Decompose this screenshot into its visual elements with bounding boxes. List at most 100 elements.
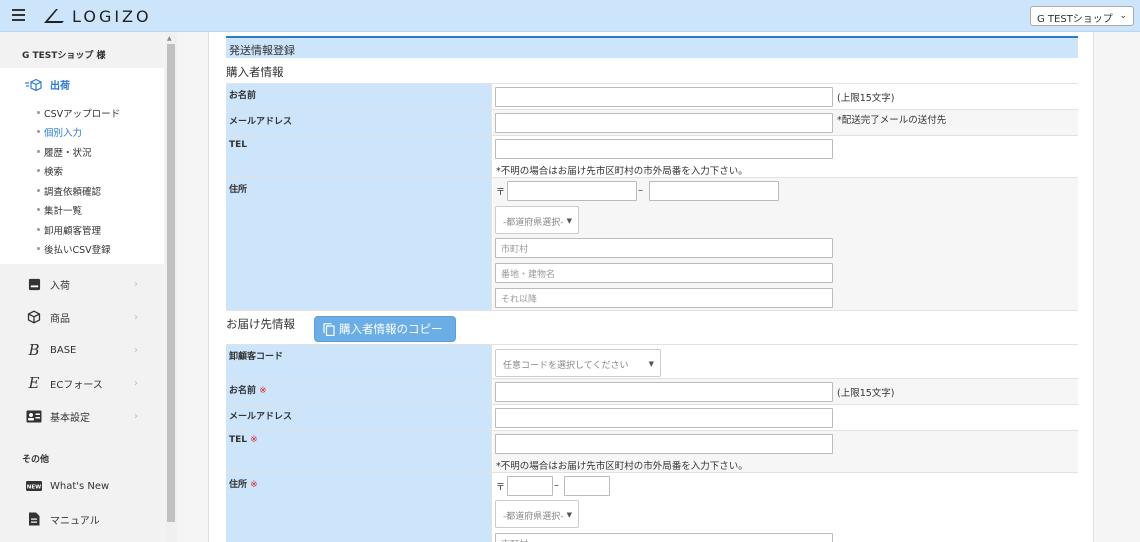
sidebar-scroll-thumb[interactable] [167, 44, 175, 522]
buyer-email-input[interactable] [495, 113, 833, 133]
delivery-name-label-text: お名前 [229, 386, 257, 396]
customer-code-label: 卸顧客コード [226, 345, 492, 378]
sidebar-item-label: BASE [50, 344, 77, 356]
sidebar-item-manual[interactable]: マニュアル [26, 511, 138, 527]
delivery-email-input[interactable] [495, 408, 833, 428]
scroll-up-arrow-icon[interactable]: ▲ [167, 35, 172, 42]
new-badge-icon: NEW [26, 478, 42, 494]
page-title: 発送情報登録 [226, 36, 1078, 58]
buyer-tel-note: *不明の場合はお届け先市区町村の市外局番を入力下さい。 [496, 166, 748, 177]
delivery-tel-label-text: TEL [229, 435, 248, 445]
delivery-customer-code-row: 卸顧客コード 任意コードを選択してください ▼ [226, 344, 1078, 379]
svg-text:NEW: NEW [27, 484, 41, 490]
copy-buyer-info-button[interactable]: 購入者情報のコピー [314, 316, 456, 342]
buyer-tel-input[interactable] [495, 139, 833, 159]
box-icon [26, 309, 42, 325]
delivery-address-row: 住所 ※ 〒 – -都道府県選択- ▼ 市町村 [226, 473, 1078, 542]
caret-down-icon: ▼ [566, 511, 572, 519]
delivery-zip-dash: – [554, 480, 559, 491]
logo[interactable]: LOGIZO [42, 6, 152, 26]
buyer-email-note: *配送完了メールの送付先 [837, 115, 947, 126]
logo-mark-icon [44, 9, 64, 23]
buyer-zip-mark: 〒 [496, 188, 506, 198]
buyer-email-row: メールアドレス *配送完了メールの送付先 [226, 110, 1078, 136]
required-mark: ※ [250, 480, 258, 490]
delivery-name-label: お名前 ※ [226, 379, 492, 404]
sidebar-user-name: G TESTショップ 様 [22, 51, 106, 61]
shop-select[interactable]: G TESTショップ ⌄ [1030, 6, 1134, 26]
sidebar-item-ec-force[interactable]: E ECフォース › [26, 374, 138, 392]
buyer-name-label: お名前 [226, 84, 492, 109]
sidebar-sub-deferred-csv[interactable]: 後払いCSV登録 [37, 242, 111, 256]
delivery-name-row: お名前 ※ (上限15文字) [226, 379, 1078, 405]
buyer-zip-dash: – [638, 185, 643, 196]
delivery-city-input[interactable]: 市町村 [495, 533, 833, 542]
caret-down-icon: ▼ [648, 360, 654, 368]
base-b-icon: B [28, 341, 40, 359]
chevron-right-icon: › [134, 344, 138, 356]
buyer-tel-row: TEL *不明の場合はお届け先市区町村の市外局番を入力下さい。 [226, 136, 1078, 178]
sidebar-sub-summary[interactable]: 集計一覧 [36, 203, 82, 217]
sidebar-sub-csv-upload[interactable]: CSVアップロード [36, 106, 120, 120]
customer-code-select[interactable]: 任意コードを選択してください ▼ [495, 349, 661, 377]
buyer-prefecture-select[interactable]: -都道府県選択- ▼ [495, 206, 579, 234]
delivery-address-label-text: 住所 [229, 480, 248, 490]
buyer-name-row: お名前 (上限15文字) [226, 83, 1078, 110]
delivery-zip-input-2[interactable] [564, 476, 610, 496]
logo-text: LOGIZO [72, 6, 152, 26]
inbox-icon [26, 276, 42, 292]
sidebar-item-receiving[interactable]: 入荷 › [26, 276, 138, 292]
buyer-street-input[interactable]: 番地・建物名 [495, 263, 833, 283]
shipping-box-icon [25, 78, 42, 91]
buyer-name-input[interactable] [495, 87, 833, 107]
delivery-prefecture-select-value: -都道府県選択- [503, 512, 564, 522]
sidebar-item-label: What's New [50, 480, 110, 492]
sidebar-sub-individual-input[interactable]: 個別入力 [36, 125, 82, 139]
sidebar-sub-history[interactable]: 履歴・状況 [37, 145, 92, 159]
sidebar-item-base[interactable]: B BASE › [26, 341, 138, 359]
chevron-right-icon: › [134, 278, 138, 290]
sidebar-shipping-block: 出荷 CSVアップロード 個別入力 履歴・状況 検索 調査依頼確認 集計一覧 卸… [0, 68, 164, 264]
delivery-tel-input[interactable] [495, 434, 833, 454]
sidebar-item-whats-new[interactable]: NEW What's New [26, 478, 138, 494]
top-bar: LOGIZO G TESTショップ ⌄ [0, 0, 1140, 32]
sidebar-sub-wholesale-customers[interactable]: 卸用顧客管理 [36, 223, 101, 237]
buyer-prefecture-select-value: -都道府県選択- [503, 218, 564, 228]
required-mark: ※ [250, 435, 258, 445]
delivery-zip-input-1[interactable] [507, 476, 553, 496]
delivery-zip-mark: 〒 [496, 483, 506, 493]
buyer-zip-input-1[interactable] [507, 181, 637, 201]
sidebar-item-label: マニュアル [50, 515, 100, 527]
buyer-tel-label: TEL [226, 136, 492, 177]
delivery-email-label: メールアドレス [226, 405, 492, 430]
buyer-zip-input-2[interactable] [649, 181, 779, 201]
buyer-section-heading: 購入者情報 [226, 65, 284, 79]
delivery-tel-note: *不明の場合はお届け先市区町村の市外局番を入力下さい。 [496, 461, 748, 472]
sidebar-sub-investigation[interactable]: 調査依頼確認 [36, 184, 101, 198]
sidebar-item-shipping-label: 出荷 [50, 81, 70, 92]
sidebar-item-settings[interactable]: 基本設定 › [26, 408, 138, 424]
delivery-section-heading: お届け先情報 [226, 317, 295, 331]
caret-down-icon: ▼ [566, 217, 572, 225]
chevron-right-icon: › [134, 311, 138, 323]
hamburger-menu-icon[interactable] [12, 9, 25, 21]
buyer-email-label: メールアドレス [226, 110, 492, 135]
id-card-icon [26, 408, 42, 424]
delivery-email-row: メールアドレス [226, 405, 1078, 431]
delivery-prefecture-select[interactable]: -都道府県選択- ▼ [495, 500, 579, 528]
chevron-down-icon: ⌄ [1119, 11, 1127, 21]
sidebar-item-shipping[interactable]: 出荷 [24, 77, 70, 92]
sidebar-item-label: ECフォース [50, 379, 103, 391]
sidebar-item-label: 商品 [50, 313, 70, 325]
delivery-name-note: (上限15文字) [837, 388, 895, 399]
buyer-city-input[interactable]: 市町村 [495, 238, 833, 258]
buyer-address-row: 住所 〒 – -都道府県選択- ▼ 市町村 番地・建物名 それ以降 [226, 178, 1078, 311]
required-mark: ※ [259, 386, 267, 396]
sidebar-item-products[interactable]: 商品 › [26, 309, 138, 325]
buyer-other-address-input[interactable]: それ以降 [495, 288, 833, 308]
customer-code-select-value: 任意コードを選択してください [503, 361, 629, 371]
sidebar-sub-search[interactable]: 検索 [36, 164, 63, 178]
delivery-tel-label: TEL ※ [226, 431, 492, 472]
delivery-name-input[interactable] [495, 382, 833, 402]
sidebar-scrollbar[interactable]: ▲ [165, 32, 177, 542]
